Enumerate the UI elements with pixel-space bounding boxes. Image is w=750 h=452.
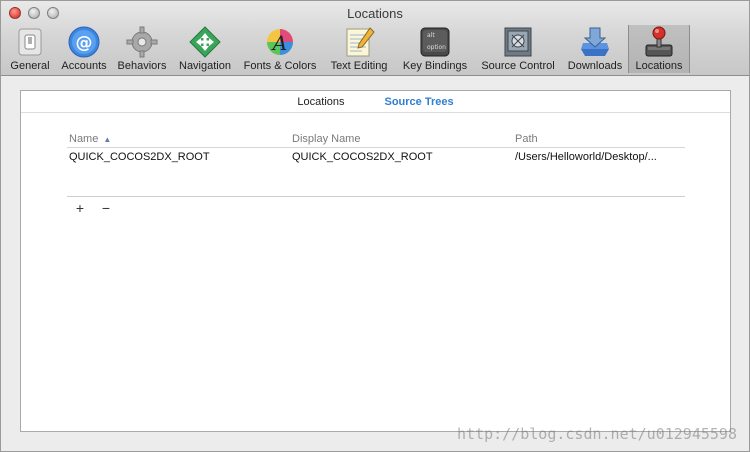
column-header-name[interactable]: Name ▲ <box>67 131 292 147</box>
toolbar-label: Locations <box>635 60 683 72</box>
toolbar-item-general[interactable]: General <box>4 25 56 73</box>
toolbar-item-downloads[interactable]: Downloads <box>562 25 628 73</box>
toolbar-label: General <box>10 60 50 72</box>
joystick-icon <box>645 26 673 57</box>
preferences-window: Locations General @ Accounts Behaviors N… <box>0 0 750 452</box>
toolbar-item-source-control[interactable]: Source Control <box>474 25 562 73</box>
vault-icon <box>504 27 532 57</box>
svg-text:A: A <box>271 31 287 55</box>
tab-bar: Locations Source Trees <box>21 91 730 113</box>
table-header: Name ▲ Display Name Path <box>67 131 685 148</box>
column-path-label: Path <box>515 133 538 145</box>
toolbar-item-navigation[interactable]: Navigation <box>172 25 238 73</box>
add-button[interactable]: + <box>73 199 87 217</box>
arrows-diamond-icon <box>189 26 221 58</box>
toolbar-label: Text Editing <box>330 60 388 72</box>
column-name-label: Name <box>69 133 99 145</box>
toolbar-label: Key Bindings <box>402 60 468 72</box>
column-display-name-label: Display Name <box>292 133 361 145</box>
toolbar-item-behaviors[interactable]: Behaviors <box>112 25 172 73</box>
tab-source-trees[interactable]: Source Trees <box>385 96 454 108</box>
toolbar-label: Fonts & Colors <box>243 60 317 72</box>
source-trees-panel: Locations Source Trees Name ▲ Display Na… <box>20 90 731 432</box>
download-arrow-icon <box>581 27 609 56</box>
cell-path[interactable]: /Users/Helloworld/Desktop/... <box>515 151 685 163</box>
watermark: http://blog.csdn.net/u012945598 <box>457 425 737 443</box>
window-title: Locations <box>347 6 403 21</box>
column-header-display-name[interactable]: Display Name <box>292 131 515 147</box>
preferences-toolbar: General @ Accounts Behaviors Navigation … <box>4 25 690 75</box>
table-controls: + − <box>73 199 113 217</box>
remove-button[interactable]: − <box>99 199 113 217</box>
title-bar: Locations General @ Accounts Behaviors N… <box>1 1 749 76</box>
sort-ascending-icon: ▲ <box>103 134 112 144</box>
light-switch-icon <box>18 28 42 56</box>
gear-icon <box>126 26 158 58</box>
svg-text:option: option <box>427 44 446 51</box>
toolbar-label: Source Control <box>481 60 555 72</box>
tab-locations[interactable]: Locations <box>297 96 344 108</box>
toolbar-item-text-editing[interactable]: Text Editing <box>322 25 396 73</box>
font-color-icon: A <box>267 29 293 55</box>
column-header-path[interactable]: Path <box>515 131 685 147</box>
cell-display-name[interactable]: QUICK_COCOS2DX_ROOT <box>292 151 515 163</box>
toolbar-label: Behaviors <box>117 60 167 72</box>
svg-text:alt: alt <box>427 32 435 39</box>
svg-text:@: @ <box>76 33 93 53</box>
table-bottom-divider <box>67 196 685 197</box>
toolbar-label: Navigation <box>179 60 231 72</box>
toolbar-label: Accounts <box>61 60 107 72</box>
source-trees-table: Name ▲ Display Name Path QUICK_COCOS2DX_… <box>67 131 685 165</box>
toolbar-item-locations[interactable]: Locations <box>628 25 690 73</box>
toolbar-item-key-bindings[interactable]: alt option Key Bindings <box>396 25 474 73</box>
toolbar-label: Downloads <box>567 60 623 72</box>
table-row[interactable]: QUICK_COCOS2DX_ROOT QUICK_COCOS2DX_ROOT … <box>67 148 685 165</box>
notepad-pencil-icon <box>346 27 375 57</box>
at-sign-icon: @ <box>68 26 100 58</box>
toolbar-item-accounts[interactable]: @ Accounts <box>56 25 112 73</box>
toolbar-item-fonts-colors[interactable]: A Fonts & Colors <box>238 25 322 73</box>
cell-name[interactable]: QUICK_COCOS2DX_ROOT <box>67 151 292 163</box>
option-key-icon: alt option <box>420 27 450 57</box>
